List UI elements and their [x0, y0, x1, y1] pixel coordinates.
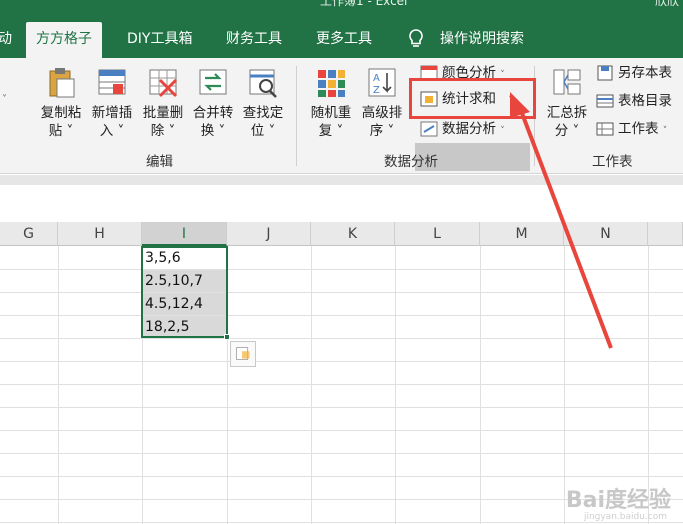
delete-grid-icon: [149, 69, 178, 98]
data-analysis-button[interactable]: 数据分析 ˅: [420, 118, 505, 140]
window-title: 工作簿1 - Excel: [320, 0, 408, 8]
gridline: [480, 246, 481, 524]
tab-finance-tools[interactable]: 财务工具: [226, 22, 282, 58]
gridline: [0, 292, 683, 293]
watermark: Bai度经验: [565, 488, 671, 513]
gridline: [0, 384, 683, 385]
find-locate-button[interactable]: 查找定 位 ˅: [239, 66, 287, 140]
column-header-g[interactable]: G: [0, 222, 58, 246]
random-blocks-icon: [318, 70, 345, 97]
column-header-j[interactable]: J: [227, 222, 311, 246]
magnifier-icon: [249, 69, 277, 98]
svg-text:A: A: [373, 73, 380, 84]
stat-sum-highlight-box: [409, 78, 536, 119]
summary-split-button[interactable]: 汇总拆 分 ˅: [542, 66, 592, 140]
insert-rows-icon: [98, 69, 126, 95]
group-label-edit: 编辑: [146, 154, 173, 170]
sort-az-icon: A Z: [368, 68, 396, 97]
copy-paste-button[interactable]: 复制粘 贴 ˅: [38, 66, 84, 140]
column-header-k[interactable]: K: [311, 222, 395, 246]
table-toc-icon: [596, 94, 614, 108]
watermark-url: jingyan.baidu.com: [583, 512, 667, 522]
lightbulb-icon[interactable]: [408, 28, 424, 50]
clipboard-icon: [49, 68, 75, 98]
merge-convert-button[interactable]: 合并转 换 ˅: [189, 66, 237, 140]
gridline: [0, 361, 683, 362]
gridline: [58, 246, 59, 524]
gridline: [0, 338, 683, 339]
tell-me-search[interactable]: 操作说明搜索: [440, 22, 524, 58]
batch-delete-button[interactable]: 批量删 除 ˅: [139, 66, 187, 140]
chevron-down-icon[interactable]: ˅: [2, 94, 7, 105]
save-sheet-icon: [597, 65, 613, 81]
column-header-i[interactable]: I: [142, 222, 227, 246]
tab-diy-toolbox[interactable]: DIY工具箱: [127, 22, 192, 58]
svg-text:Z: Z: [373, 85, 380, 96]
gridline: [0, 430, 683, 431]
column-header-h[interactable]: H: [58, 222, 142, 246]
gridline: [0, 476, 683, 477]
random-repeat-button[interactable]: 随机重 复 ˅: [307, 66, 355, 140]
gridline: [0, 269, 683, 270]
ribbon: ˅ 复制粘 贴 ˅ 新增插 入 ˅ 批量删 除 ˅ 合并转 换 ˅ 查找定 位 …: [0, 58, 683, 174]
gridline: [395, 246, 396, 524]
group-label-worksheet: 工作表: [592, 154, 633, 170]
worksheet-icon: [596, 122, 614, 136]
tab-more-tools[interactable]: 更多工具: [316, 22, 372, 58]
merge-convert-icon: [199, 69, 227, 95]
data-analysis-icon: [420, 121, 438, 137]
advanced-sort-button[interactable]: A Z 高级排 序 ˅: [358, 66, 406, 140]
gridline: [564, 246, 565, 524]
quick-analysis-glyph-icon: [236, 347, 250, 360]
column-header-partial[interactable]: [648, 222, 683, 246]
tab-fangfanggezi[interactable]: 方方格子: [26, 22, 102, 58]
table-toc-button[interactable]: 表格目录: [596, 90, 672, 112]
quick-analysis-icon[interactable]: [230, 341, 256, 367]
gridline: [0, 407, 683, 408]
tab-partial[interactable]: 动: [0, 22, 12, 58]
gridline: [311, 246, 312, 524]
gridline: [0, 315, 683, 316]
gridline: [0, 453, 683, 454]
gridline: [0, 522, 683, 523]
save-as-sheet-button[interactable]: 另存本表: [596, 62, 672, 84]
worksheet-button[interactable]: 工作表 ˅: [596, 118, 667, 140]
group-label-data-analysis: 数据分析: [384, 154, 438, 170]
column-header-m[interactable]: M: [480, 222, 564, 246]
column-header-l[interactable]: L: [395, 222, 480, 246]
ribbon-separator: [296, 66, 297, 166]
fill-handle[interactable]: [224, 334, 230, 340]
ribbon-shadow-band: [0, 175, 683, 185]
selection-border: [141, 246, 228, 338]
new-insert-button[interactable]: 新增插 入 ˅: [88, 66, 136, 140]
account-name[interactable]: 欣欣: [655, 0, 679, 9]
summary-split-icon: [553, 69, 581, 95]
column-header-n[interactable]: N: [564, 222, 648, 246]
